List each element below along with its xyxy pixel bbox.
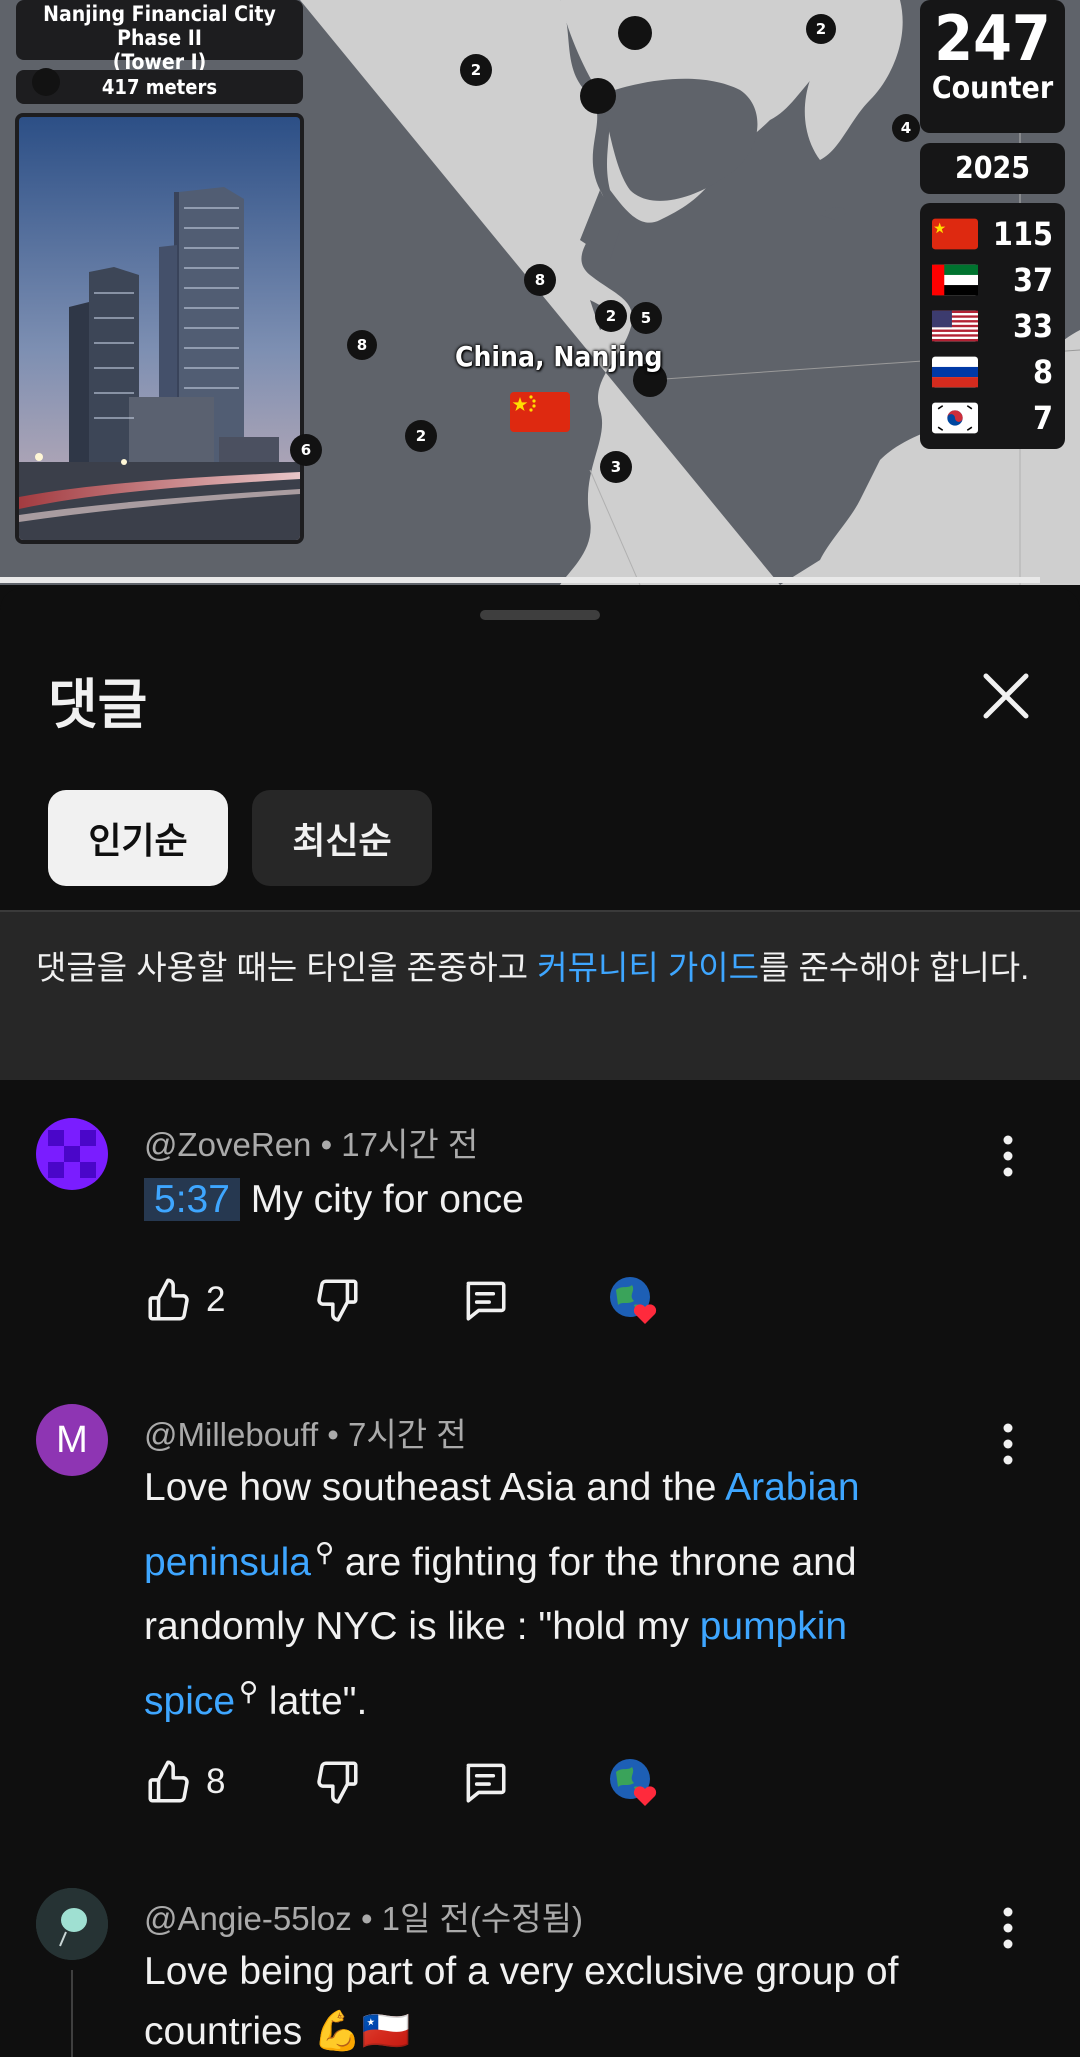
close-icon[interactable] [978,668,1034,724]
map-marker: 3 [600,451,632,483]
like-count: 8 [206,1762,226,1801]
thumbs-down-icon [317,1279,358,1322]
ranking-row: 115 [932,211,1053,257]
location-label: China, Nanjing [455,340,663,373]
year-badge: 2025 [920,143,1065,194]
avatar[interactable] [36,1888,108,1960]
comment-actions: 2 [144,1270,744,1330]
map-marker: 2 [595,300,627,332]
thumbs-up-icon [148,1278,189,1321]
map-marker: 8 [524,264,556,296]
video-progress-bar[interactable] [0,577,1040,583]
comment-author[interactable]: @ZoveRen [144,1126,311,1163]
ranking-row: 33 [932,303,1053,349]
comment-text: Love how southeast Asia and the Arabian … [144,1466,860,1723]
ranking-count: 115 [992,215,1053,253]
more-options-icon[interactable] [990,1904,1026,1952]
more-options-icon[interactable] [990,1132,1026,1180]
map-marker [32,68,60,96]
creator-heart-icon [610,1759,657,1806]
avatar-letter: M [56,1418,88,1461]
comment-time: 1일 전(수정됨) [381,1900,583,1937]
cn-flag-icon [932,218,978,250]
tab-top-comments[interactable]: 인기순 [48,790,228,886]
ranking-row: 37 [932,257,1053,303]
map-marker: 4 [892,114,920,142]
reply-button[interactable] [460,1752,510,1812]
ae-flag-icon [932,264,978,296]
community-notice: 댓글을 사용할 때는 타인을 존중하고 커뮤니티 가이드를 준수해야 합니다. [0,910,1080,1080]
map-marker: 5 [630,302,662,334]
drag-handle[interactable] [480,610,600,620]
comment-time: 17시간 전 [341,1126,479,1163]
reply-icon [466,1763,506,1803]
ru-flag-icon [932,356,978,388]
thumbs-up-icon [148,1760,189,1803]
map-marker [618,16,652,50]
dislike-button[interactable] [312,1270,362,1330]
map-marker: 8 [347,330,377,360]
thumbs-down-icon [317,1761,358,1804]
ranking-count: 8 [1032,353,1053,391]
avatar[interactable]: M [36,1404,108,1476]
panel-title: 댓글 [48,675,148,735]
comment-meta: @Millebouff • 7시간 전 [144,1416,467,1453]
cn-flag-icon [510,392,570,432]
building-name: Nanjing Financial City Phase II (Tower I… [16,0,303,74]
timestamp-link[interactable]: 5:37 [144,1178,240,1221]
comment-meta: @Angie-55loz • 1일 전(수정됨) [144,1900,583,1937]
creator-heart [608,1752,658,1812]
comment-text: 5:37 My city for once [144,1168,964,1232]
creator-heart [608,1270,658,1330]
community-guidelines-link[interactable]: 커뮤니티 가이드 [537,949,759,986]
kr-flag-icon [932,402,978,434]
search-icon[interactable]: ⚲ [315,1537,334,1567]
comment-author[interactable]: @Millebouff [144,1416,318,1453]
comment-text: Love being part of a very exclusive grou… [144,1950,899,2053]
reply-thread-line [71,1970,73,2057]
reply-icon [466,1281,506,1321]
building-photo [15,113,304,544]
comment-meta: @ZoveRen • 17시간 전 [144,1126,479,1163]
ranking-count: 33 [1012,307,1053,345]
video-player[interactable]: Nanjing Financial City Phase II (Tower I… [0,0,1080,585]
map-marker: 2 [460,54,492,86]
comment-actions: 8 [144,1752,744,1812]
ranking-row: 7 [932,395,1053,441]
comment-author[interactable]: @Angie-55loz [144,1900,352,1937]
like-button[interactable]: 8 [144,1752,225,1812]
counter-box: 247 Counter [920,0,1065,133]
map-marker: 2 [806,14,836,44]
notice-text: 를 준수해야 합니다. [758,949,1030,986]
map-marker: 6 [290,434,322,466]
search-icon[interactable]: ⚲ [239,1676,258,1706]
country-ranking: 115 37 33 8 7 [920,203,1065,449]
dislike-button[interactable] [312,1752,362,1812]
creator-heart-icon [610,1277,657,1324]
counter-value: 247 [934,2,1051,75]
us-flag-icon [932,310,978,342]
like-count: 2 [206,1280,226,1319]
map-marker: 2 [405,420,437,452]
ranking-count: 7 [1032,399,1053,437]
ranking-count: 37 [1012,261,1053,299]
comment-time: 7시간 전 [348,1416,467,1453]
notice-text: 댓글을 사용할 때는 타인을 존중하고 [36,949,538,986]
reply-button[interactable] [460,1270,510,1330]
map-marker [580,78,616,114]
like-button[interactable]: 2 [144,1270,225,1330]
counter-label: Counter [931,71,1054,106]
more-options-icon[interactable] [990,1420,1026,1468]
tab-newest[interactable]: 최신순 [252,790,432,886]
ranking-row: 8 [932,349,1053,395]
avatar[interactable] [36,1118,108,1190]
